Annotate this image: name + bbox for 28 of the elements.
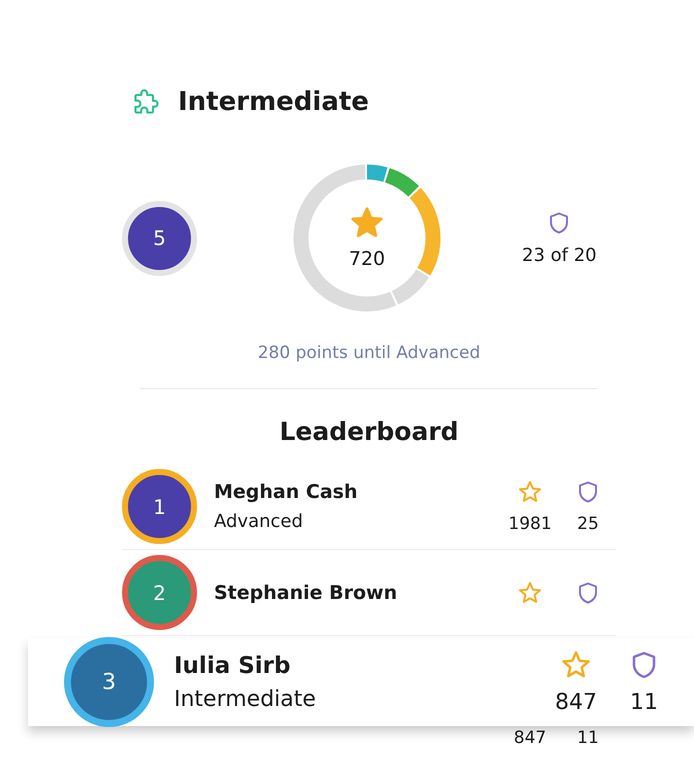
points-caption: 280 points until Advanced	[256, 343, 482, 363]
rank-number: 3	[102, 670, 116, 694]
player-level: Advanced	[214, 511, 304, 532]
badges-value: 25	[577, 514, 599, 534]
player-name: Stephanie Brown	[214, 582, 398, 604]
points-value: 1981	[508, 514, 552, 534]
star-icon	[561, 650, 591, 680]
player-name: Meghan Cash	[214, 481, 358, 503]
star-icon	[518, 580, 542, 604]
rank-number: 2	[153, 580, 166, 604]
star-icon	[518, 480, 542, 504]
leaderboard-title: Leaderboard	[278, 417, 460, 446]
points-value: 847	[514, 728, 546, 748]
badges-value: 23 of 20	[522, 244, 597, 266]
player-level: Intermediate	[174, 686, 317, 712]
star-icon	[350, 206, 384, 240]
highlighted-player-card[interactable]: 3 Iulia Sirb Intermediate 847 11	[28, 638, 694, 726]
points-value: 847	[555, 690, 597, 714]
player-name: Iulia Sirb	[174, 652, 292, 678]
shield-icon	[576, 480, 600, 504]
badges-value: 11	[577, 728, 599, 748]
points-value: 720	[348, 248, 386, 270]
rank-number: 5	[153, 226, 166, 250]
shield-icon	[576, 580, 600, 604]
puzzle-icon	[132, 88, 160, 116]
badges-value: 11	[630, 690, 658, 714]
rank-number: 1	[153, 494, 166, 518]
level-title: Intermediate	[178, 87, 369, 117]
